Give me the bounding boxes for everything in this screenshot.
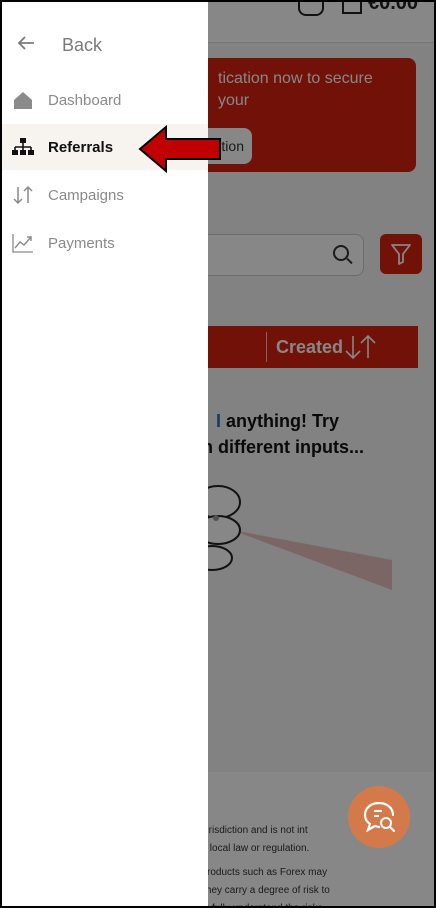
nav-item-label: Referrals — [48, 138, 114, 156]
nav-item-campaigns[interactable]: Campaigns — [2, 172, 208, 218]
annotation-arrow-icon — [138, 124, 221, 174]
back-label: Back — [62, 34, 103, 55]
chat-button[interactable] — [348, 786, 410, 848]
chat-search-icon — [363, 801, 396, 833]
back-button[interactable]: Back — [16, 30, 102, 60]
home-icon — [14, 92, 32, 109]
screen-frame: €0.00 tication now to secure your tion C… — [0, 0, 436, 908]
nav-item-payments[interactable]: Payments — [2, 220, 208, 266]
nav-item-label: Dashboard — [48, 91, 122, 109]
nav-item-label: Payments — [48, 234, 115, 252]
sort-arrows-icon — [13, 185, 33, 205]
nav-item-label: Campaigns — [48, 186, 124, 204]
trend-chart-icon — [12, 234, 33, 253]
nav-item-dashboard[interactable]: Dashboard — [2, 77, 208, 123]
arrow-left-icon — [16, 33, 36, 57]
sitemap-icon — [12, 138, 34, 155]
